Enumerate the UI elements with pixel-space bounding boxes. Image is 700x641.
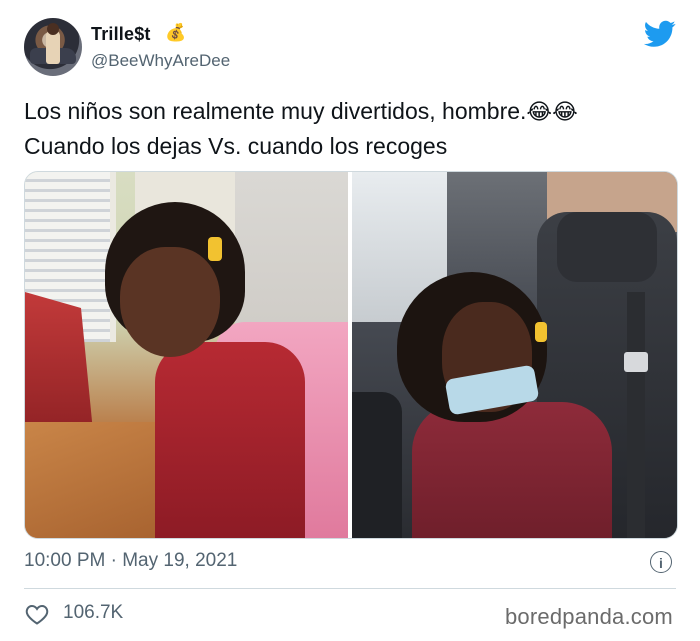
like-count: 106.7K — [63, 602, 124, 623]
laughing-emoji: 😂😂 — [526, 99, 578, 124]
smiling-face — [120, 247, 220, 357]
tweet-line-1: Los niños son realmente muy divertidos, … — [24, 94, 684, 129]
tweet-timestamp[interactable]: 10:00 PM · May 19, 2021 — [24, 550, 237, 572]
tweet-line-1-text: Los niños son realmente muy divertidos, … — [24, 98, 527, 124]
avatar[interactable] — [24, 18, 82, 76]
headrest — [557, 212, 657, 282]
seatbelt — [627, 292, 645, 538]
yellow-hair-clip — [535, 322, 547, 342]
info-icon[interactable]: i — [650, 551, 672, 573]
maroon-polo-shirt — [412, 402, 612, 538]
tweet-media — [24, 171, 678, 539]
watermark: boredpanda.com — [505, 604, 673, 629]
author-display-name[interactable]: Trille$t — [91, 24, 151, 45]
timestamp-separator: · — [110, 550, 117, 571]
money-bag-emoji: 💰 — [165, 23, 187, 42]
yellow-hair-clip — [208, 237, 222, 261]
photo-girl-in-car-after-school[interactable] — [352, 172, 677, 538]
photo-girl-smiling-morning[interactable] — [25, 172, 348, 538]
avatar-head-shape — [47, 23, 59, 35]
tweet-time: 10:00 PM — [24, 550, 106, 571]
divider — [24, 588, 676, 589]
twitter-bird-icon[interactable] — [644, 20, 676, 48]
armrest — [352, 392, 402, 538]
avatar-person-shape — [46, 30, 60, 64]
tweet-line-2: Cuando los dejas Vs. cuando los recoges — [24, 133, 448, 159]
author-handle[interactable]: @BeeWhyAreDee — [91, 51, 230, 71]
tweet-text: Los niños son realmente muy divertidos, … — [24, 94, 684, 163]
tweet-date: May 19, 2021 — [122, 550, 238, 571]
heart-icon[interactable] — [25, 603, 49, 625]
seatbelt-clip — [624, 352, 648, 372]
red-polo-shirt — [155, 342, 305, 538]
